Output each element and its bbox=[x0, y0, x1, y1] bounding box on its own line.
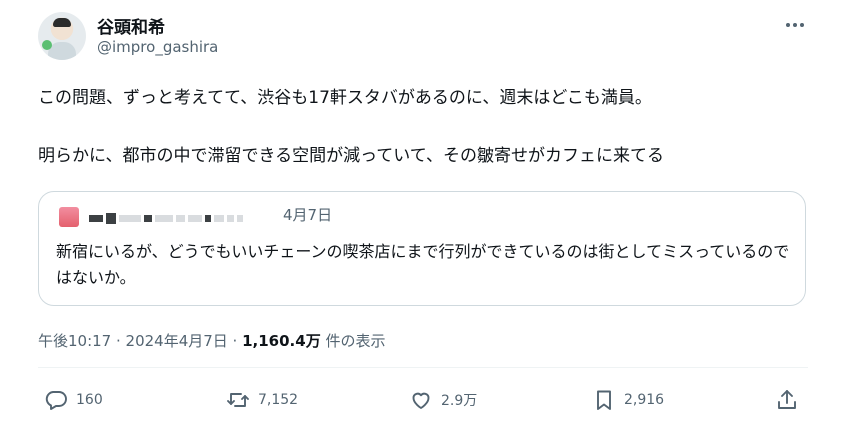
quote-date: 4月7日 bbox=[283, 206, 333, 224]
retweet-button[interactable]: 7,152 bbox=[226, 388, 298, 412]
quote-avatar bbox=[59, 207, 79, 227]
quote-author-redacted bbox=[89, 213, 243, 224]
handle[interactable]: @impro_gashira bbox=[97, 38, 218, 56]
more-icon bbox=[786, 23, 804, 27]
bookmark-count: 2,916 bbox=[624, 392, 665, 408]
more-button[interactable] bbox=[778, 12, 812, 38]
reply-icon bbox=[45, 391, 67, 410]
view-label: 件の表示 bbox=[320, 332, 386, 350]
reply-count: 160 bbox=[76, 392, 103, 408]
reply-button[interactable]: 160 bbox=[44, 388, 103, 412]
retweet-icon bbox=[227, 393, 249, 407]
quote-card[interactable]: 4月7日 新宿にいるが、どうでもいいチェーンの喫茶店にまで行列ができているのは街… bbox=[38, 191, 806, 306]
tweet-text: この問題、ずっと考えてて、渋谷も17軒スタバがあるのに、週末はどこも満員。 明ら… bbox=[38, 84, 828, 171]
bookmark-button[interactable]: 2,916 bbox=[592, 388, 664, 412]
tweet-text-line: この問題、ずっと考えてて、渋谷も17軒スタバがあるのに、週末はどこも満員。 bbox=[38, 88, 652, 108]
like-count: 2.9万 bbox=[441, 393, 478, 409]
timestamp[interactable]: 午後10:17 · 2024年4月7日 · bbox=[38, 332, 242, 350]
tweet-text-line: 明らかに、都市の中で滞留できる空間が減っていて、その皺寄せがカフェに来てる bbox=[38, 146, 664, 166]
like-icon bbox=[412, 392, 430, 409]
avatar-shirt bbox=[48, 42, 76, 60]
share-icon bbox=[778, 390, 796, 409]
retweet-count: 7,152 bbox=[258, 392, 299, 408]
view-count: 1,160.4万 bbox=[242, 332, 321, 350]
divider bbox=[38, 367, 808, 368]
avatar-prop bbox=[42, 40, 52, 50]
quote-text: 新宿にいるが、どうでもいいチェーンの喫茶店にまで行列ができているのは街としてミス… bbox=[56, 242, 790, 287]
avatar[interactable] bbox=[38, 12, 86, 60]
like-button[interactable]: 2.9万 bbox=[409, 388, 477, 412]
avatar-hair bbox=[53, 18, 71, 27]
display-name[interactable]: 谷頭和希 bbox=[97, 13, 165, 38]
tweet-meta: 午後10:17 · 2024年4月7日 · 1,160.4万 件の表示 bbox=[38, 330, 385, 351]
bookmark-icon bbox=[597, 390, 611, 410]
share-button[interactable] bbox=[775, 388, 799, 412]
